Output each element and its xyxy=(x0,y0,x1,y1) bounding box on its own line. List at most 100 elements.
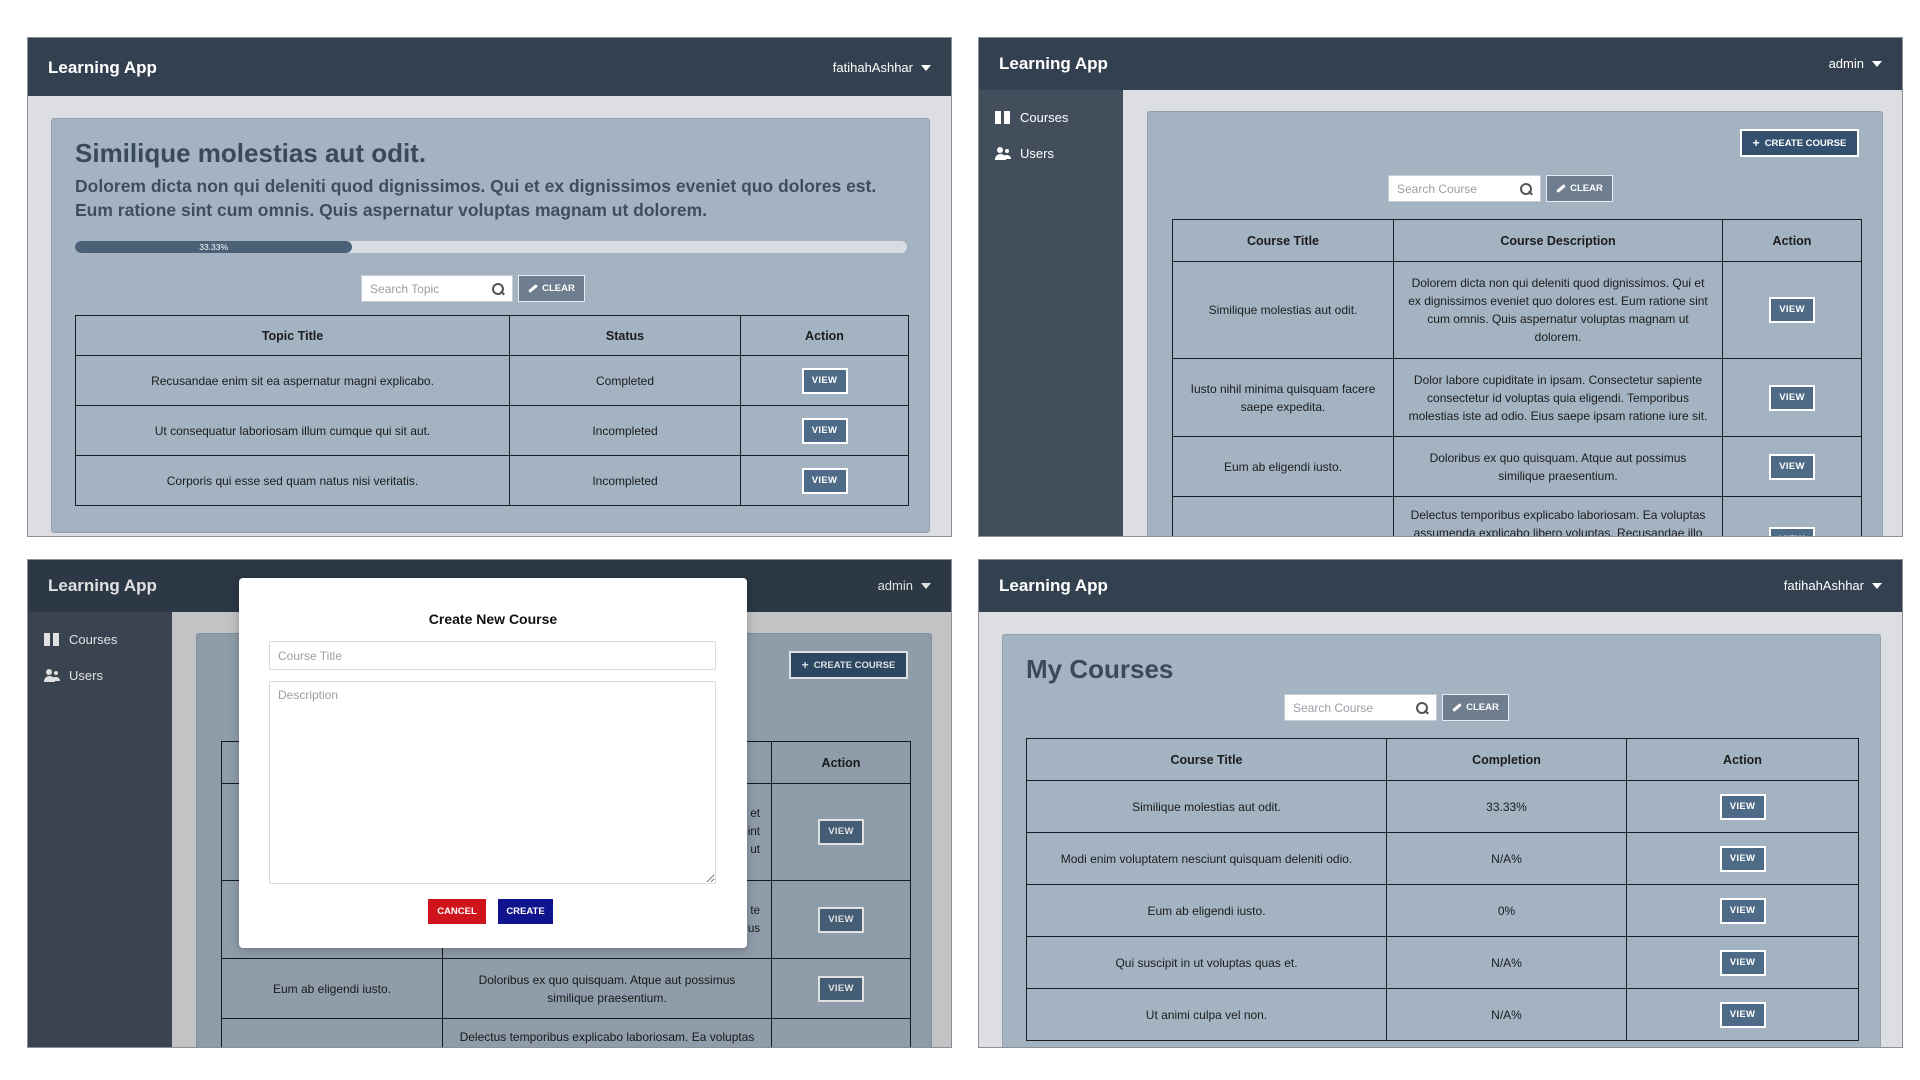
sidebar-item-label: Courses xyxy=(1020,110,1069,125)
brush-icon xyxy=(1452,703,1462,712)
action-cell: VIEW xyxy=(740,405,909,456)
view-button[interactable]: VIEW xyxy=(1769,297,1815,323)
search-icon[interactable] xyxy=(1520,182,1532,195)
create-course-modal-panel: Learning App admin Courses Users + CREAT… xyxy=(27,559,952,1048)
header-action: Action xyxy=(740,315,909,356)
my-courses-panel: Learning App fatihahAshhar My Courses CL… xyxy=(978,559,1903,1048)
view-button[interactable]: VIEW xyxy=(1769,527,1815,536)
clear-label: CLEAR xyxy=(1570,183,1603,194)
topic-title-cell: Recusandae enim sit ea aspernatur magni … xyxy=(75,355,510,406)
sidebar-item-label: Users xyxy=(1020,146,1054,161)
header-status: Status xyxy=(509,315,741,356)
topic-title-cell: Ut consequatur laboriosam illum cumque q… xyxy=(75,405,510,456)
caret-down-icon xyxy=(921,64,931,71)
course-description-cell: Delectus temporibus explicabo laboriosam… xyxy=(1393,496,1723,536)
action-cell: VIEW xyxy=(1722,436,1862,497)
clear-button[interactable]: CLEAR xyxy=(1442,694,1509,721)
view-button[interactable]: VIEW xyxy=(1719,845,1766,872)
caret-down-icon xyxy=(1872,60,1882,67)
search-icon[interactable] xyxy=(492,282,504,295)
user-name: admin xyxy=(1828,56,1864,71)
brush-icon xyxy=(528,284,538,293)
sidebar-item-courses[interactable]: Courses xyxy=(995,110,1068,125)
description-textarea[interactable] xyxy=(269,681,716,884)
my-courses-table: Course Title Completion Action Similique… xyxy=(1026,738,1859,1041)
create-course-modal: Create New Course CANCEL CREATE xyxy=(239,578,747,948)
search-icon[interactable] xyxy=(1416,701,1428,714)
progress-label: 33.33% xyxy=(199,242,229,252)
table-row: Eum ab eligendi iusto. 0% VIEW xyxy=(1026,884,1859,937)
table-row: Qui suscipit in ut voluptas quas et. N/A… xyxy=(1026,936,1859,989)
table-row: Eum ab eligendi iusto. Doloribus ex quo … xyxy=(1172,436,1862,497)
table-row: Delectus temporibus explicabo laboriosam… xyxy=(1172,496,1862,536)
search-topic-box xyxy=(361,275,513,302)
completion-cell: 33.33% xyxy=(1386,780,1627,833)
user-menu[interactable]: fatihahAshhar xyxy=(1784,578,1882,593)
table-header-row: Topic Title Status Action xyxy=(75,315,909,356)
course-title-input[interactable] xyxy=(269,641,716,670)
action-cell: VIEW xyxy=(1722,496,1862,536)
action-cell: VIEW xyxy=(1626,832,1859,885)
view-button[interactable]: VIEW xyxy=(801,417,848,444)
clear-button[interactable]: CLEAR xyxy=(1546,175,1613,202)
view-button[interactable]: VIEW xyxy=(1719,897,1766,924)
header-course-description: Course Description xyxy=(1393,219,1723,262)
search-course-box xyxy=(1388,175,1541,202)
cancel-button[interactable]: CANCEL xyxy=(428,899,486,924)
status-cell: Incompleted xyxy=(509,455,741,506)
completion-cell: N/A% xyxy=(1386,988,1627,1041)
course-description: Dolorem dicta non qui deleniti quod dign… xyxy=(75,176,877,220)
clear-label: CLEAR xyxy=(542,283,575,294)
user-name: fatihahAshhar xyxy=(1783,578,1864,593)
table-row: Corporis qui esse sed quam natus nisi ve… xyxy=(75,455,909,506)
table-header-row: Course Title Completion Action xyxy=(1026,738,1859,781)
view-button[interactable]: VIEW xyxy=(1719,1001,1766,1028)
search-course-input[interactable] xyxy=(1285,695,1416,720)
status-cell: Incompleted xyxy=(509,405,741,456)
topic-card: Similique molestias aut odit. Dolorem di… xyxy=(51,118,930,533)
course-title-cell: Ut animi culpa vel non. xyxy=(1026,988,1387,1041)
user-menu[interactable]: fatihahAshhar xyxy=(833,60,931,75)
brand-title[interactable]: Learning App xyxy=(999,54,1108,74)
brush-icon xyxy=(1556,184,1566,193)
view-button[interactable]: VIEW xyxy=(1769,453,1815,480)
table-row: Modi enim voluptatem nesciunt quisquam d… xyxy=(1026,832,1859,885)
view-button[interactable]: VIEW xyxy=(1719,949,1766,976)
action-cell: VIEW xyxy=(1626,780,1859,833)
table-header-row: Course Title Course Description Action xyxy=(1172,219,1862,262)
caret-down-icon xyxy=(1872,582,1882,589)
course-description-cell: Doloribus ex quo quisquam. Atque aut pos… xyxy=(1393,436,1723,497)
search-course-input[interactable] xyxy=(1389,176,1520,201)
progress-fill: 33.33% xyxy=(75,241,353,253)
view-button[interactable]: VIEW xyxy=(1719,793,1766,820)
course-title-cell: Qui suscipit in ut voluptas quas et. xyxy=(1026,936,1387,989)
course-title-cell: Modi enim voluptatem nesciunt quisquam d… xyxy=(1026,832,1387,885)
courses-card: + CREATE COURSE CLEAR Course Title Cours… xyxy=(1147,111,1883,536)
clear-button[interactable]: CLEAR xyxy=(518,275,585,302)
action-cell: VIEW xyxy=(1626,936,1859,989)
course-title-cell xyxy=(1172,496,1394,536)
navbar: Learning App fatihahAshhar xyxy=(979,560,1902,612)
view-button[interactable]: VIEW xyxy=(801,467,848,494)
view-button[interactable]: VIEW xyxy=(801,367,848,394)
brand-title[interactable]: Learning App xyxy=(999,576,1108,596)
header-completion: Completion xyxy=(1386,738,1627,781)
view-button[interactable]: VIEW xyxy=(1769,384,1815,411)
sidebar: Courses Users xyxy=(979,90,1123,536)
search-topic-input[interactable] xyxy=(362,276,492,301)
create-course-button[interactable]: + CREATE COURSE xyxy=(1740,129,1859,157)
user-menu[interactable]: admin xyxy=(1829,56,1882,71)
action-cell: VIEW xyxy=(1722,358,1862,437)
book-icon xyxy=(995,111,1010,124)
brand-title[interactable]: Learning App xyxy=(48,58,157,78)
courses-table: Course Title Course Description Action S… xyxy=(1172,219,1862,536)
sidebar-item-users[interactable]: Users xyxy=(995,146,1054,161)
page-title: My Courses xyxy=(1026,654,1174,684)
course-description-cell: Dolorem dicta non qui deleniti quod dign… xyxy=(1393,261,1723,359)
topic-page-panel: Learning App fatihahAshhar Similique mol… xyxy=(27,37,952,537)
search-course-box xyxy=(1284,694,1437,721)
completion-cell: N/A% xyxy=(1386,936,1627,989)
course-title-cell: Eum ab eligendi iusto. xyxy=(1026,884,1387,937)
create-button[interactable]: CREATE xyxy=(498,899,553,924)
users-icon xyxy=(995,147,1010,160)
